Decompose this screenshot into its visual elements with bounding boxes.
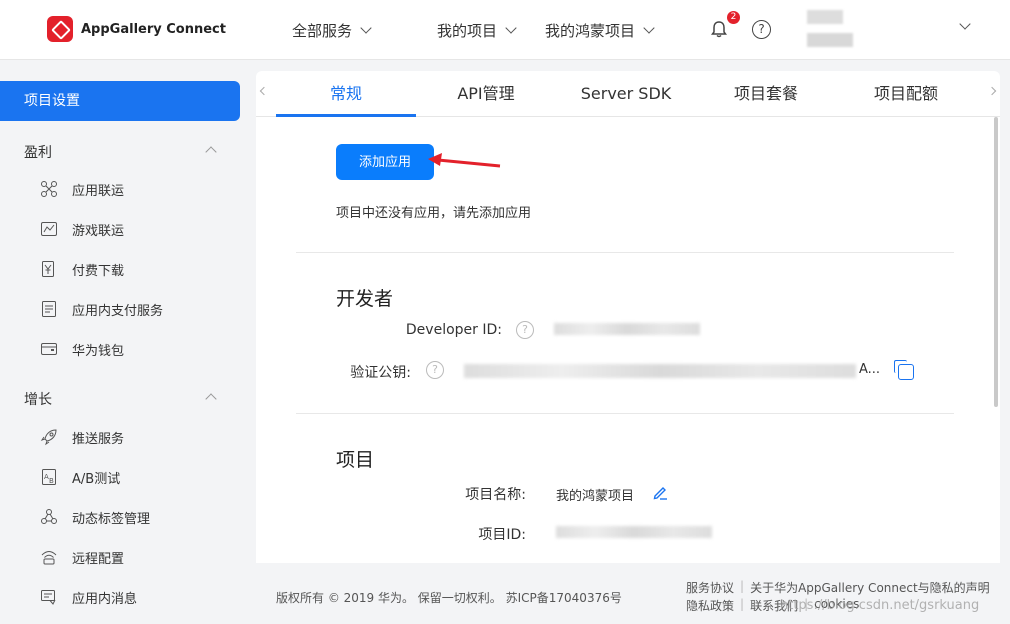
help-icon[interactable]: ? [516, 321, 534, 339]
user-name-masked [807, 10, 843, 24]
project-id-label: 项目ID: [478, 527, 526, 543]
sidebar-item-paid-download[interactable]: 付费下载 [40, 258, 124, 280]
footer-link-privacy-statement[interactable]: 关于华为AppGallery Connect与隐私的声明 [750, 579, 990, 596]
sidebar-item-label: 应用联运 [72, 183, 125, 199]
bell-icon[interactable] [710, 20, 728, 38]
developer-id-masked [554, 323, 700, 335]
sidebar-item-in-app-messaging[interactable]: 应用内消息 [40, 586, 137, 608]
sidebar-item-push-service[interactable]: 推送服务 [40, 426, 124, 448]
divider [296, 252, 954, 253]
help-icon[interactable]: ? [426, 361, 444, 379]
sidebar-item-label: 华为钱包 [72, 343, 125, 359]
ab-test-icon: AB [42, 469, 56, 485]
copy-icon[interactable] [894, 360, 914, 380]
message-icon [41, 590, 56, 605]
user-account-masked [807, 33, 853, 47]
developer-id-label: Developer ID: [405, 322, 502, 338]
project-name-label: 项目名称: [465, 487, 526, 503]
sidebar-group-growth[interactable]: 增长 [24, 389, 52, 409]
sidebar-item-label: 推送服务 [72, 431, 125, 447]
public-key-label: 验证公钥: [350, 365, 411, 381]
chevron-down-icon [360, 22, 372, 34]
footer-link-service-agreement[interactable]: 服务协议 [686, 579, 734, 596]
edit-pencil-icon[interactable] [652, 484, 668, 500]
public-key-suffix: A... [859, 362, 881, 377]
sidebar-item-label: 游戏联运 [72, 223, 125, 239]
tab-scroll-right-icon[interactable] [987, 86, 997, 96]
sidebar-item-label: 远程配置 [72, 551, 125, 567]
tab-project-quota[interactable]: 项目配额 [856, 71, 956, 117]
sidebar: 项目设置 盈利 应用联运 游戏联运 付费下载 应用内支付服务 华为钱包 增长 推… [0, 60, 256, 624]
tab-general[interactable]: 常规 [276, 71, 416, 117]
divider [296, 413, 954, 414]
sidebar-item-label: 应用内支付服务 [72, 303, 164, 319]
remote-config-icon [41, 551, 57, 565]
molecule-icon [41, 509, 57, 524]
nav-my-projects-label: 我的项目 [437, 21, 498, 40]
chart-line-icon [41, 222, 57, 236]
add-app-button[interactable]: 添加应用 [336, 144, 434, 180]
nav-my-harmony-projects[interactable]: 我的鸿蒙项目 [545, 0, 655, 60]
tab-bar: 常规 API管理 Server SDK 项目套餐 项目配额 [256, 71, 1000, 117]
sidebar-item-label: 应用内消息 [72, 591, 138, 607]
sidebar-item-label: 动态标签管理 [72, 511, 151, 527]
sidebar-item-label: A/B测试 [72, 471, 121, 487]
sidebar-item-remote-config[interactable]: 远程配置 [40, 546, 124, 568]
tab-server-sdk[interactable]: Server SDK [566, 71, 686, 117]
chevron-down-icon [643, 22, 655, 34]
rocket-icon [40, 429, 57, 446]
sidebar-item-ab-testing[interactable]: AB A/B测试 [40, 466, 120, 488]
sidebar-item-dynamic-tag-manager[interactable]: 动态标签管理 [40, 506, 150, 528]
brand[interactable]: AppGallery Connect [47, 16, 226, 42]
active-tab-indicator [276, 114, 416, 117]
empty-apps-hint: 项目中还没有应用，请先添加应用 [336, 206, 532, 221]
footer-copyright: 版权所有 © 2019 华为。 保留一切权利。 苏ICP备17040376号 [276, 591, 622, 605]
main-panel: 常规 API管理 Server SDK 项目套餐 项目配额 添加应用 项目中还没… [256, 71, 1000, 563]
project-id-masked [556, 526, 712, 538]
sidebar-group-monetize[interactable]: 盈利 [24, 142, 52, 162]
project-name-value: 我的鸿蒙项目 [556, 489, 635, 504]
footer-separator: | [740, 579, 745, 593]
chevron-up-icon[interactable] [205, 393, 217, 405]
nav-my-projects[interactable]: 我的项目 [437, 0, 517, 60]
footer-separator: | [740, 597, 745, 611]
tab-scroll-left-icon[interactable] [259, 86, 269, 96]
watermark: https://blog.csdn.net/gsrkuang [780, 598, 980, 613]
top-bar: AppGallery Connect 全部服务 我的项目 我的鸿蒙项目 2 ? [0, 0, 1010, 60]
sidebar-item-project-settings[interactable]: 项目设置 [0, 81, 240, 121]
footer-links-row-1: 服务协议 | 关于华为AppGallery Connect与隐私的声明 [686, 579, 990, 596]
user-menu-chevron-icon[interactable] [959, 18, 971, 30]
appgallery-logo-icon [47, 16, 73, 42]
sidebar-item-app-distribution[interactable]: 应用联运 [40, 178, 124, 200]
tab-api-management[interactable]: API管理 [436, 71, 536, 117]
scrollbar[interactable] [994, 117, 998, 407]
footer-link-privacy-policy[interactable]: 隐私政策 [686, 597, 734, 614]
chevron-up-icon[interactable] [205, 146, 217, 158]
developer-section-title: 开发者 [336, 288, 394, 310]
tab-project-plan[interactable]: 项目套餐 [716, 71, 816, 117]
nav-my-harmony-projects-label: 我的鸿蒙项目 [545, 21, 636, 40]
wallet-icon [41, 343, 57, 355]
sidebar-item-game-distribution[interactable]: 游戏联运 [40, 218, 124, 240]
yen-document-icon [42, 261, 54, 277]
nav-all-services[interactable]: 全部服务 [292, 0, 372, 60]
receipt-icon [42, 301, 56, 317]
svg-text:B: B [49, 477, 54, 485]
nav-all-services-label: 全部服务 [292, 21, 353, 40]
notification-badge: 2 [727, 11, 740, 24]
sidebar-item-in-app-purchase[interactable]: 应用内支付服务 [40, 298, 163, 320]
sidebar-item-label: 付费下载 [72, 263, 125, 279]
sidebar-item-huawei-wallet[interactable]: 华为钱包 [40, 338, 124, 360]
project-section-title: 项目 [336, 449, 375, 471]
chevron-down-icon [505, 22, 517, 34]
red-arrow-annotation-icon [428, 153, 501, 168]
nodes-icon [41, 181, 57, 197]
brand-name: AppGallery Connect [81, 21, 226, 37]
help-icon[interactable]: ? [752, 20, 771, 39]
public-key-masked [464, 364, 856, 378]
